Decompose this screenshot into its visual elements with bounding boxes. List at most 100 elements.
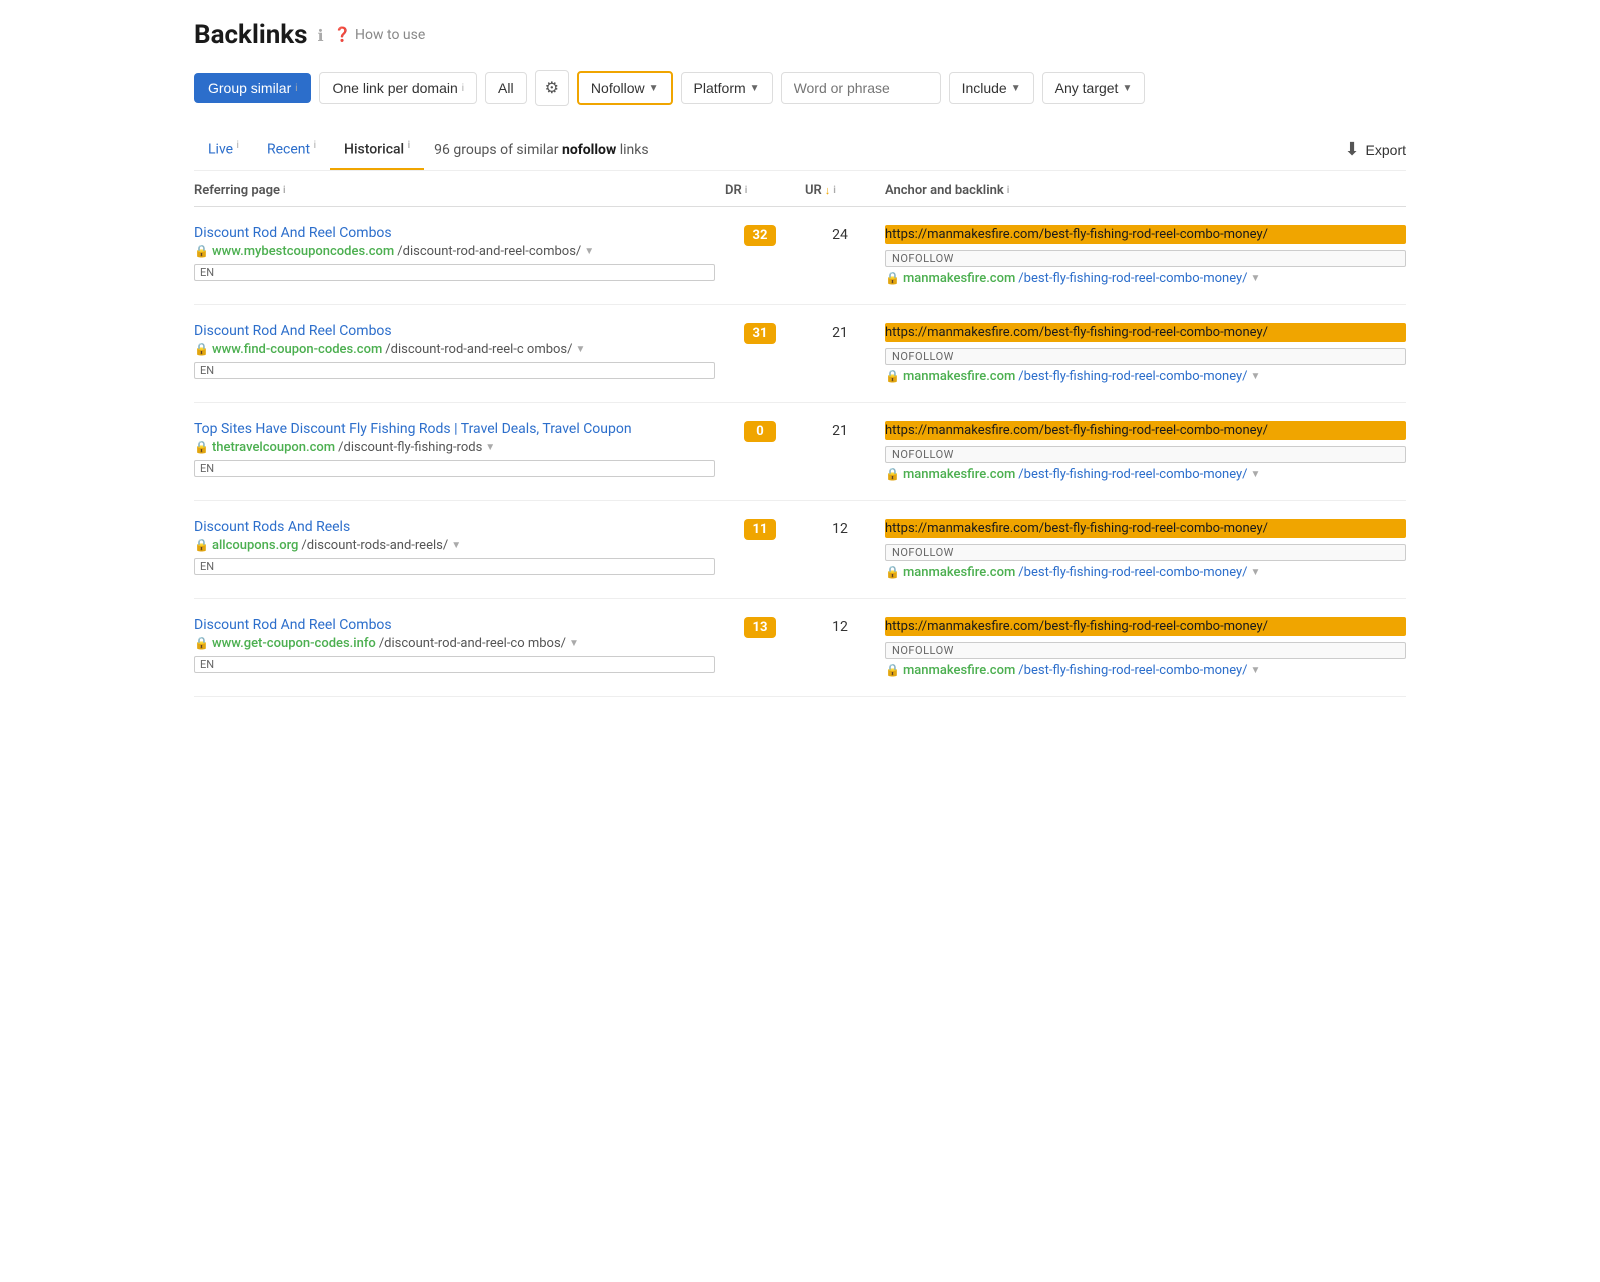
backlink-url[interactable]: https://manmakesfire.com/best-fly-fishin… bbox=[885, 323, 1406, 342]
chevron-down-icon: ▼ bbox=[750, 83, 760, 94]
referring-title-link[interactable]: Discount Rod And Reel Combos bbox=[194, 225, 715, 241]
col-dr-header: DR i bbox=[725, 183, 795, 198]
backlink-path: /best-fly-fishing-rod-reel-combo-money/ bbox=[1018, 663, 1247, 678]
col-referring-header: Referring page i bbox=[194, 183, 715, 198]
nofollow-button[interactable]: Nofollow ▼ bbox=[577, 71, 673, 105]
lang-badge: EN bbox=[194, 558, 715, 575]
cell-backlink: https://manmakesfire.com/best-fly-fishin… bbox=[885, 617, 1406, 678]
table-row: Discount Rod And Reel Combos 🔒 www.mybes… bbox=[194, 207, 1406, 305]
referring-title-link[interactable]: Discount Rod And Reel Combos bbox=[194, 617, 715, 633]
one-link-per-domain-button[interactable]: One link per domain i bbox=[319, 72, 477, 104]
lock-icon: 🔒 bbox=[194, 636, 209, 650]
lock-icon: 🔒 bbox=[885, 663, 900, 677]
table-row: Top Sites Have Discount Fly Fishing Rods… bbox=[194, 403, 1406, 501]
table-row: Discount Rod And Reel Combos 🔒 www.get-c… bbox=[194, 599, 1406, 697]
backlink-url[interactable]: https://manmakesfire.com/best-fly-fishin… bbox=[885, 421, 1406, 440]
ref-domain[interactable]: www.mybestcouponcodes.com bbox=[212, 244, 394, 259]
ref-url: 🔒 www.get-coupon-codes.info /discount-ro… bbox=[194, 636, 715, 651]
tab-recent[interactable]: Recent i bbox=[253, 130, 330, 170]
backlink-domain[interactable]: manmakesfire.com bbox=[903, 369, 1015, 384]
any-target-button[interactable]: Any target ▼ bbox=[1042, 72, 1146, 104]
cell-backlink: https://manmakesfire.com/best-fly-fishin… bbox=[885, 519, 1406, 580]
cell-ur: 21 bbox=[805, 421, 875, 439]
backlink-domain-row: 🔒 manmakesfire.com /best-fly-fishing-rod… bbox=[885, 467, 1406, 482]
historical-tab-info: i bbox=[408, 140, 411, 151]
table-row: Discount Rod And Reel Combos 🔒 www.find-… bbox=[194, 305, 1406, 403]
backlink-domain-row: 🔒 manmakesfire.com /best-fly-fishing-rod… bbox=[885, 663, 1406, 678]
lang-badge: EN bbox=[194, 656, 715, 673]
ref-path: /discount-rod-and-reel-co mbos/ bbox=[379, 636, 566, 651]
chevron-down-icon: ▼ bbox=[1122, 83, 1132, 94]
group-similar-button[interactable]: Group similar i bbox=[194, 73, 311, 103]
ref-domain[interactable]: thetravelcoupon.com bbox=[212, 440, 335, 455]
ref-domain[interactable]: allcoupons.org bbox=[212, 538, 298, 553]
page-header: Backlinks ℹ ❓ How to use bbox=[194, 20, 1406, 50]
platform-button[interactable]: Platform ▼ bbox=[681, 72, 773, 104]
cell-dr: 11 bbox=[725, 519, 795, 540]
chevron-down-icon: ▼ bbox=[1251, 371, 1261, 382]
ur-header-info: i bbox=[833, 185, 836, 196]
backlink-domain[interactable]: manmakesfire.com bbox=[903, 565, 1015, 580]
dr-badge: 32 bbox=[744, 225, 776, 246]
one-link-info: i bbox=[462, 83, 464, 94]
gear-icon: ⚙ bbox=[545, 80, 559, 97]
tab-live[interactable]: Live i bbox=[194, 130, 253, 170]
chevron-down-icon: ▼ bbox=[451, 540, 461, 551]
lock-icon: 🔒 bbox=[194, 342, 209, 356]
chevron-down-icon: ▼ bbox=[1251, 273, 1261, 284]
backlink-url[interactable]: https://manmakesfire.com/best-fly-fishin… bbox=[885, 519, 1406, 538]
backlink-domain[interactable]: manmakesfire.com bbox=[903, 271, 1015, 286]
chevron-down-icon: ▼ bbox=[1011, 83, 1021, 94]
word-or-phrase-input[interactable] bbox=[781, 72, 941, 104]
ref-url: 🔒 allcoupons.org /discount-rods-and-reel… bbox=[194, 538, 715, 553]
ref-path: /discount-rods-and-reels/ bbox=[301, 538, 448, 553]
include-button[interactable]: Include ▼ bbox=[949, 72, 1034, 104]
lock-icon: 🔒 bbox=[194, 538, 209, 552]
page-title: Backlinks bbox=[194, 20, 308, 50]
ur-value: 21 bbox=[832, 325, 848, 341]
backlink-path: /best-fly-fishing-rod-reel-combo-money/ bbox=[1018, 369, 1247, 384]
lock-icon: 🔒 bbox=[194, 440, 209, 454]
tab-historical[interactable]: Historical i bbox=[330, 130, 424, 170]
how-to-use-link[interactable]: ❓ How to use bbox=[334, 27, 426, 43]
lock-icon: 🔒 bbox=[885, 467, 900, 481]
backlink-path: /best-fly-fishing-rod-reel-combo-money/ bbox=[1018, 467, 1247, 482]
chevron-down-icon: ▼ bbox=[1251, 567, 1261, 578]
nofollow-badge: NOFOLLOW bbox=[885, 544, 1406, 561]
backlink-domain[interactable]: manmakesfire.com bbox=[903, 663, 1015, 678]
tabs-left: Live i Recent i Historical i 96 groups o… bbox=[194, 130, 649, 170]
cell-backlink: https://manmakesfire.com/best-fly-fishin… bbox=[885, 323, 1406, 384]
referring-title-link[interactable]: Discount Rod And Reel Combos bbox=[194, 323, 715, 339]
ref-domain[interactable]: www.get-coupon-codes.info bbox=[212, 636, 376, 651]
cell-dr: 13 bbox=[725, 617, 795, 638]
chevron-down-icon: ▼ bbox=[649, 83, 659, 94]
backlink-url[interactable]: https://manmakesfire.com/best-fly-fishin… bbox=[885, 225, 1406, 244]
ur-value: 12 bbox=[832, 619, 848, 635]
lock-icon: 🔒 bbox=[885, 369, 900, 383]
export-button[interactable]: ⬇ Export bbox=[1344, 131, 1406, 168]
tabs-row: Live i Recent i Historical i 96 groups o… bbox=[194, 130, 1406, 171]
backlink-path: /best-fly-fishing-rod-reel-combo-money/ bbox=[1018, 271, 1247, 286]
col-anchor-header: Anchor and backlink i bbox=[885, 183, 1406, 198]
backlink-url[interactable]: https://manmakesfire.com/best-fly-fishin… bbox=[885, 617, 1406, 636]
referring-title-link[interactable]: Discount Rods And Reels bbox=[194, 519, 715, 535]
table-wrapper: Referring page i DR i UR ↓ i Anchor and … bbox=[194, 171, 1406, 697]
cell-ur: 21 bbox=[805, 323, 875, 341]
recent-tab-info: i bbox=[314, 140, 316, 151]
cell-ur: 12 bbox=[805, 617, 875, 635]
dr-header-info: i bbox=[745, 185, 748, 196]
lang-badge: EN bbox=[194, 362, 715, 379]
backlink-domain-row: 🔒 manmakesfire.com /best-fly-fishing-rod… bbox=[885, 271, 1406, 286]
ref-url: 🔒 www.mybestcouponcodes.com /discount-ro… bbox=[194, 244, 715, 259]
cell-ur: 24 bbox=[805, 225, 875, 243]
lock-icon: 🔒 bbox=[885, 271, 900, 285]
lock-icon: 🔒 bbox=[885, 565, 900, 579]
nofollow-badge: NOFOLLOW bbox=[885, 446, 1406, 463]
referring-header-info: i bbox=[283, 185, 286, 196]
settings-button[interactable]: ⚙ bbox=[535, 70, 569, 106]
ur-value: 21 bbox=[832, 423, 848, 439]
ref-domain[interactable]: www.find-coupon-codes.com bbox=[212, 342, 382, 357]
all-button[interactable]: All bbox=[485, 72, 527, 104]
referring-title-link[interactable]: Top Sites Have Discount Fly Fishing Rods… bbox=[194, 421, 715, 437]
backlink-domain[interactable]: manmakesfire.com bbox=[903, 467, 1015, 482]
